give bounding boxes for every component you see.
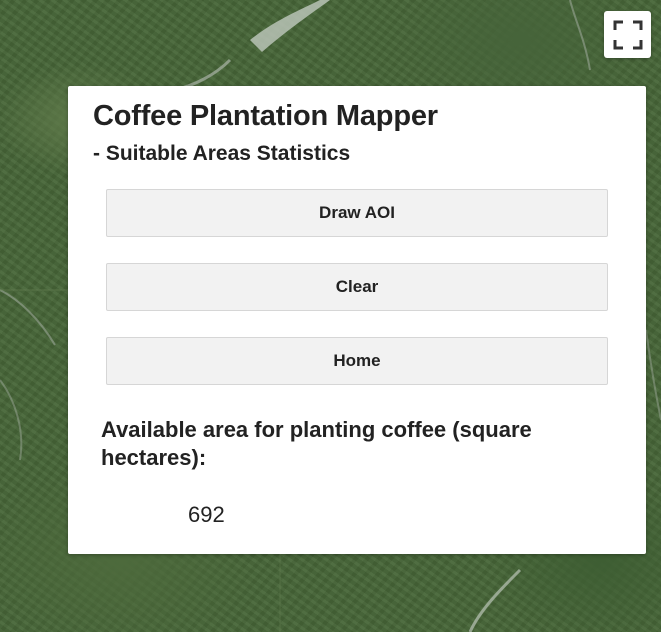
- fullscreen-button[interactable]: [604, 11, 651, 58]
- panel-title: Coffee Plantation Mapper: [93, 100, 438, 132]
- fullscreen-icon: [613, 20, 642, 49]
- available-area-value: 692: [188, 502, 225, 527]
- available-area-label: Available area for planting coffee (squa…: [101, 417, 532, 470]
- clear-button[interactable]: Clear: [106, 263, 608, 311]
- draw-aoi-button[interactable]: Draw AOI: [106, 189, 608, 237]
- panel-subtitle: - Suitable Areas Statistics: [93, 142, 351, 165]
- control-panel: Coffee Plantation Mapper - Suitable Area…: [68, 86, 646, 554]
- home-button[interactable]: Home: [106, 337, 608, 385]
